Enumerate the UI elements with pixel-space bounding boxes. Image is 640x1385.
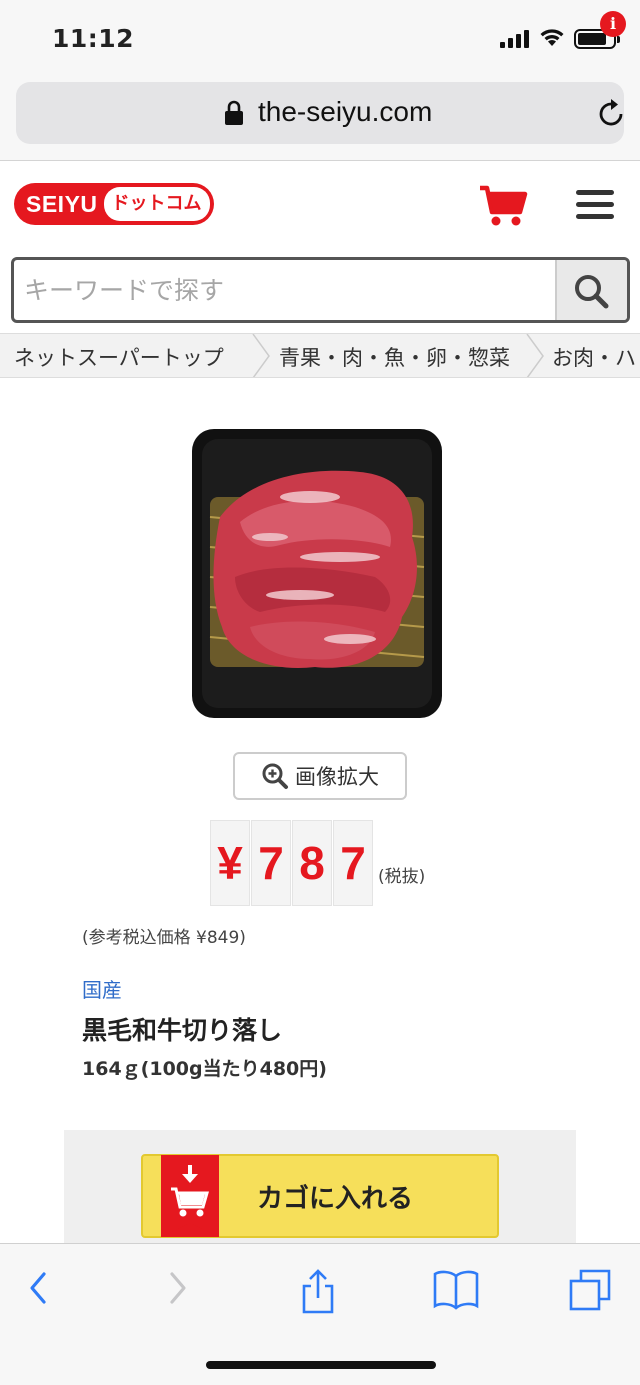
cellular-signal-icon — [500, 30, 529, 48]
zoom-image-label: 画像拡大 — [295, 765, 379, 789]
status-bar: 11:12 — [0, 0, 640, 80]
breadcrumb-separator-icon — [526, 334, 544, 377]
browser-toolbar — [0, 1243, 640, 1385]
hamburger-menu-icon[interactable] — [576, 190, 616, 220]
price-digit: ¥ — [210, 820, 250, 906]
breadcrumb-item-category[interactable]: 青果・肉・魚・卵・惣菜 — [279, 342, 510, 372]
add-to-cart-icon — [161, 1155, 219, 1237]
lock-icon — [225, 100, 243, 125]
notification-badge: i — [600, 11, 626, 37]
bookmarks-icon[interactable] — [432, 1268, 480, 1312]
back-icon[interactable] — [24, 1268, 52, 1308]
search-input[interactable] — [14, 260, 554, 320]
tax-note: (税抜) — [378, 867, 426, 887]
search-icon — [575, 275, 609, 309]
price-digit: 7 — [251, 820, 291, 906]
address-bar[interactable]: the-seiyu.com — [16, 82, 624, 144]
product-weight: 164ｇ(100g当たり480円) — [82, 1058, 327, 1080]
zoom-image-button[interactable]: 画像拡大 — [233, 752, 407, 800]
price-digit: 7 — [333, 820, 373, 906]
price-display: ¥ 7 8 7 — [210, 820, 374, 906]
forward-icon[interactable] — [164, 1268, 192, 1308]
status-time: 11:12 — [52, 24, 135, 53]
breadcrumb-item-top[interactable]: ネットスーパートップ — [14, 342, 224, 372]
breadcrumb-item-subcategory[interactable]: お肉・ハ — [552, 342, 636, 372]
breadcrumb: ネットスーパートップ 青果・肉・魚・卵・惣菜 お肉・ハ — [0, 333, 640, 378]
tabs-icon[interactable] — [568, 1268, 614, 1314]
price-digit: 8 — [292, 820, 332, 906]
url-text: the-seiyu.com — [258, 96, 433, 127]
search-bar — [11, 257, 630, 323]
share-icon[interactable] — [298, 1268, 338, 1316]
home-indicator — [206, 1361, 436, 1369]
add-to-cart-area: カゴに入れる — [64, 1130, 576, 1245]
browser-address-area: the-seiyu.com — [0, 80, 640, 161]
reload-icon[interactable] — [594, 97, 628, 131]
seiyu-logo[interactable]: SEIYU ドットコム — [14, 183, 214, 225]
search-button[interactable] — [555, 260, 627, 320]
zoom-in-icon — [262, 763, 288, 789]
product-name: 黒毛和牛切り落し — [82, 1016, 283, 1045]
breadcrumb-separator-icon — [252, 334, 270, 377]
product-origin: 国産 — [82, 978, 122, 1002]
cart-icon[interactable] — [478, 184, 528, 228]
logo-sub-text: ドットコム — [103, 187, 210, 221]
product-image — [192, 429, 442, 718]
add-to-cart-icon-box — [161, 1155, 219, 1237]
site-header: SEIYU ドットコム — [0, 162, 640, 252]
add-to-cart-label: カゴに入れる — [257, 1184, 414, 1214]
wifi-icon — [540, 29, 564, 46]
reference-price: (参考税込価格 ¥849) — [82, 928, 246, 948]
logo-main-text: SEIYU — [26, 190, 98, 217]
add-to-cart-button[interactable]: カゴに入れる — [141, 1154, 499, 1238]
